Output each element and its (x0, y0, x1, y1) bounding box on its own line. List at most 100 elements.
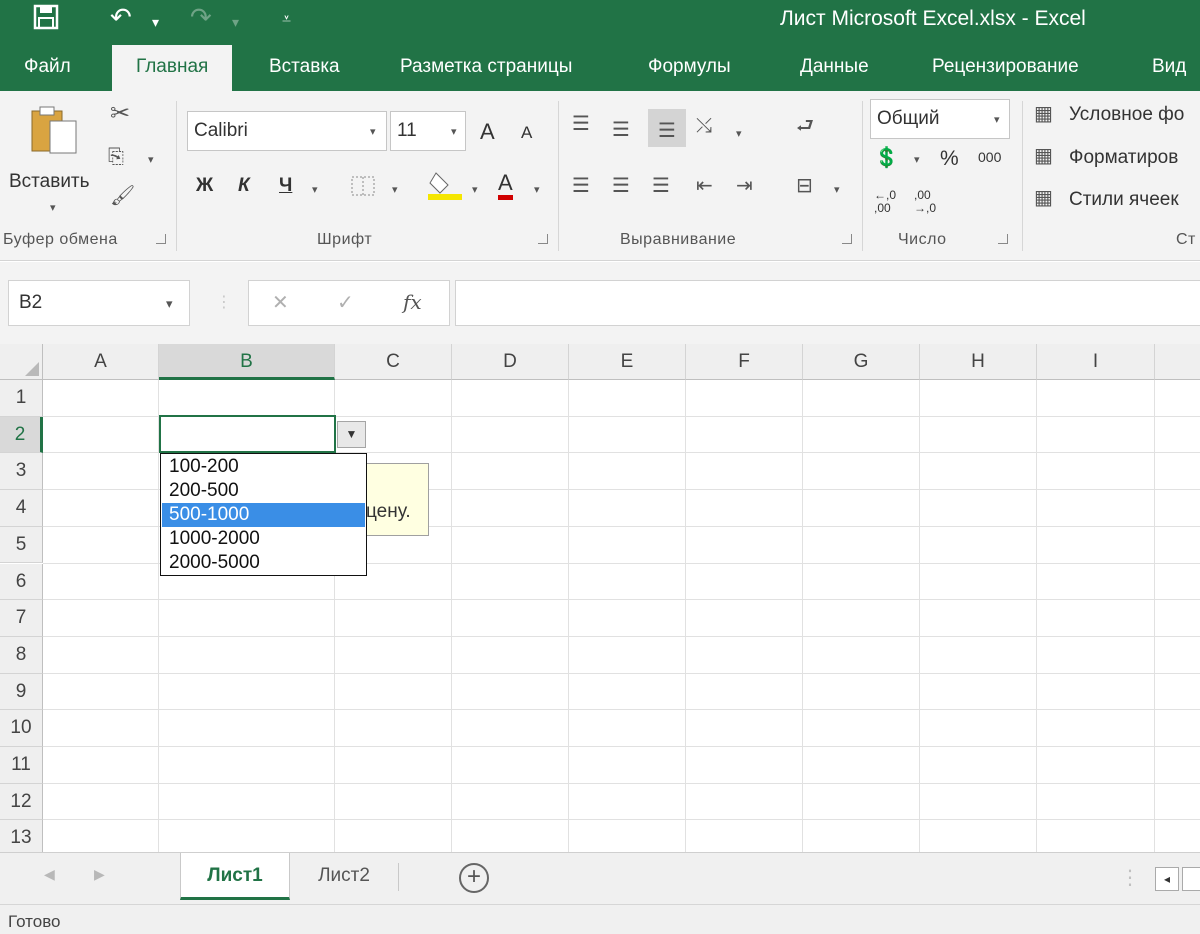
row-header-2[interactable]: 2 (0, 416, 43, 454)
format-as-table-button[interactable]: Форматиров (1069, 147, 1178, 169)
shrink-font-icon[interactable]: A (521, 123, 532, 143)
scroll-left-icon[interactable]: ◂ (1155, 867, 1179, 891)
column-header-a[interactable]: A (43, 344, 159, 380)
column-header-b[interactable]: B (159, 344, 335, 380)
row-header-8[interactable]: 8 (0, 636, 43, 674)
conditional-formatting-icon[interactable]: ▦ (1034, 103, 1053, 125)
alignment-launcher-icon[interactable] (842, 234, 852, 244)
dropdown-option[interactable]: 200-500 (162, 479, 365, 503)
orientation-dropdown-icon[interactable]: ▾ (736, 127, 742, 140)
row-header-9[interactable]: 9 (0, 673, 43, 711)
font-color-dropdown-icon[interactable]: ▾ (534, 183, 540, 196)
active-cell-b2[interactable] (159, 415, 336, 453)
currency-icon[interactable]: 💲 (874, 147, 899, 169)
align-top-icon[interactable]: ☰ (572, 113, 590, 135)
row-header-11[interactable]: 11 (0, 747, 43, 784)
number-format-select[interactable]: Общий (870, 99, 1010, 139)
font-name-input[interactable]: Calibri (187, 111, 387, 151)
tab-split-grip-icon[interactable]: ⋮ (1120, 865, 1140, 890)
font-name-dropdown-icon[interactable]: ▾ (370, 125, 376, 138)
fill-color-dropdown-icon[interactable]: ▾ (472, 183, 478, 196)
thousands-button[interactable]: 000 (978, 149, 1001, 165)
dropdown-option[interactable]: 2000-5000 (162, 551, 365, 575)
increase-decimal-button[interactable]: ←,0 ,00 (874, 189, 908, 215)
name-box[interactable]: B2 (8, 280, 190, 326)
row-header-10[interactable]: 10 (0, 710, 43, 747)
name-box-dropdown-icon[interactable]: ▾ (166, 296, 173, 312)
tab-file[interactable]: Файл (24, 45, 71, 91)
cut-icon[interactable]: ✂ (110, 102, 130, 126)
format-painter-icon[interactable]: 🖌 (110, 185, 135, 207)
dropdown-option[interactable]: 1000-2000 (162, 527, 365, 551)
merge-dropdown-icon[interactable]: ▾ (834, 183, 840, 196)
conditional-formatting-button[interactable]: Условное фо (1069, 104, 1184, 126)
sheet-tab-2[interactable]: Лист2 (296, 853, 392, 900)
format-as-table-icon[interactable]: ▦ (1034, 145, 1053, 167)
customize-quick-access-icon[interactable]: ⩡ (282, 6, 291, 34)
horizontal-scrollbar[interactable] (1182, 867, 1200, 891)
cell-styles-icon[interactable]: ▦ (1034, 187, 1053, 209)
number-launcher-icon[interactable] (998, 234, 1008, 244)
cell-styles-button[interactable]: Стили ячеек (1069, 189, 1179, 211)
row-header-12[interactable]: 12 (0, 783, 43, 821)
grow-font-icon[interactable]: A (480, 119, 495, 145)
paste-icon[interactable] (28, 105, 84, 162)
column-header-i[interactable]: I (1037, 344, 1155, 380)
tab-page-layout[interactable]: Разметка страницы (400, 45, 572, 91)
align-right-icon[interactable]: ☰ (652, 175, 670, 197)
row-header-5[interactable]: 5 (0, 526, 43, 564)
tab-insert[interactable]: Вставка (269, 45, 340, 91)
column-header-e[interactable]: E (569, 344, 686, 380)
column-header-h[interactable]: H (920, 344, 1037, 380)
wrap-text-icon[interactable]: ⮐ (796, 115, 814, 137)
save-icon[interactable] (32, 3, 60, 36)
row-header-4[interactable]: 4 (0, 490, 43, 527)
paste-label[interactable]: Вставить (9, 171, 90, 193)
insert-function-icon[interactable]: fx (403, 290, 422, 314)
align-middle-icon[interactable]: ☰ (612, 119, 630, 141)
fill-color-icon[interactable] (428, 167, 464, 206)
percent-button[interactable]: % (940, 147, 959, 171)
align-bottom-icon[interactable]: ☰ (648, 109, 686, 147)
orientation-icon[interactable]: ⤯ (696, 115, 712, 137)
row-header-7[interactable]: 7 (0, 600, 43, 637)
currency-dropdown-icon[interactable]: ▾ (914, 153, 920, 166)
column-header-g[interactable]: G (803, 344, 920, 380)
cancel-icon[interactable]: ✕ (272, 290, 289, 315)
formula-input[interactable] (455, 280, 1200, 326)
next-sheet-icon[interactable]: ▶ (94, 866, 105, 883)
borders-icon[interactable] (350, 175, 376, 202)
tab-review[interactable]: Рецензирование (932, 45, 1079, 91)
font-color-icon[interactable]: А (498, 171, 513, 200)
validation-dropdown-list[interactable]: 100-200 200-500 500-1000 1000-2000 2000-5000 (160, 453, 367, 576)
validation-dropdown-button[interactable]: ▼ (337, 421, 366, 448)
decrease-decimal-button[interactable]: ,00 →,0 (914, 189, 948, 215)
column-header-partial[interactable] (1155, 344, 1200, 380)
align-left-icon[interactable]: ☰ (572, 175, 590, 197)
increase-indent-icon[interactable]: ⇥ (736, 175, 753, 197)
undo-dropdown-icon[interactable]: ▾ (152, 8, 159, 36)
sheet-tab-1[interactable]: Лист1 (180, 853, 290, 900)
row-header-1[interactable]: 1 (0, 380, 43, 417)
font-launcher-icon[interactable] (538, 234, 548, 244)
add-sheet-icon[interactable]: + (459, 863, 489, 893)
paste-dropdown-icon[interactable]: ▾ (50, 201, 56, 214)
borders-dropdown-icon[interactable]: ▾ (392, 183, 398, 196)
underline-button[interactable]: Ч (279, 175, 292, 197)
clipboard-launcher-icon[interactable] (156, 234, 166, 244)
align-center-icon[interactable]: ☰ (612, 175, 630, 197)
column-header-c[interactable]: C (335, 344, 452, 380)
bold-button[interactable]: Ж (196, 175, 213, 197)
underline-dropdown-icon[interactable]: ▾ (312, 183, 318, 196)
enter-icon[interactable]: ✓ (337, 290, 354, 315)
copy-icon[interactable]: ⎘ (108, 146, 124, 168)
tab-home[interactable]: Главная (112, 45, 233, 91)
merge-center-icon[interactable]: ⊟ (796, 175, 813, 197)
font-size-dropdown-icon[interactable]: ▾ (451, 125, 457, 138)
select-all-corner[interactable] (0, 344, 43, 380)
copy-dropdown-icon[interactable]: ▾ (148, 153, 154, 166)
column-header-f[interactable]: F (686, 344, 803, 380)
undo-icon[interactable]: ↶ (110, 3, 132, 31)
dropdown-option[interactable]: 500-1000 (162, 503, 365, 527)
decrease-indent-icon[interactable]: ⇤ (696, 175, 713, 197)
